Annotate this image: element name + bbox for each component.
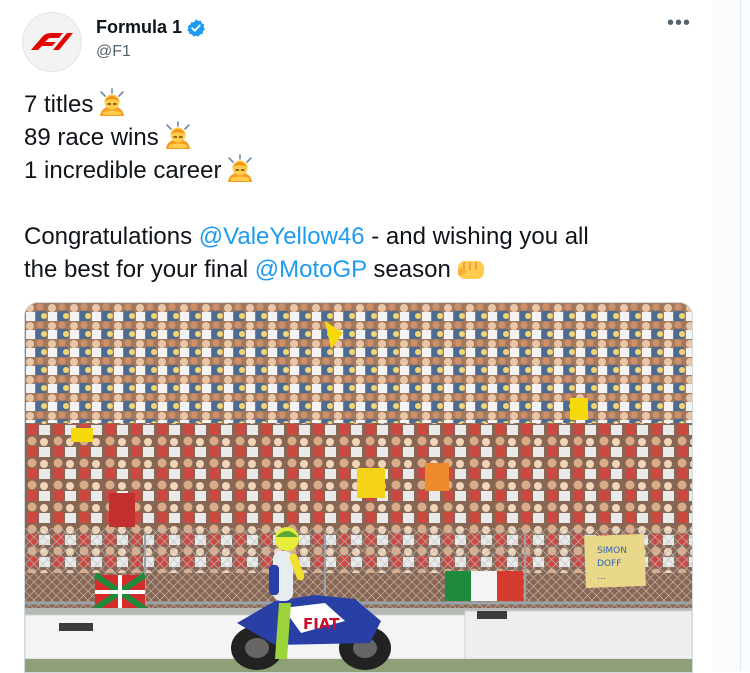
more-options-icon[interactable]: •••	[664, 13, 694, 38]
season-suffix-text: season	[366, 256, 451, 283]
page-right-edge	[712, 0, 750, 671]
author-display-name[interactable]: Formula 1	[96, 17, 182, 38]
banner-line-1: SIMON	[597, 546, 627, 556]
tweet-line-titles: 7 titles	[24, 88, 694, 121]
career-text: 1 incredible career	[24, 157, 222, 184]
tweet-photo[interactable]: SIMON DOFF ... FIAT	[24, 302, 693, 673]
mention-link-series[interactable]: @MotoGP	[255, 256, 367, 283]
congrats-suffix-text: - and wishing you all	[364, 223, 589, 250]
congrats-prefix-text: Congratulations	[24, 223, 199, 250]
fan-banner: SIMON DOFF ...	[584, 533, 646, 589]
author-name-row[interactable]: Formula 1	[96, 17, 206, 38]
mention-link-rider[interactable]: @ValeYellow46	[199, 223, 365, 250]
tweet-text: 7 titles 89 race wins 1 incredible caree…	[24, 88, 694, 286]
person-bowing-emoji	[225, 154, 255, 193]
titles-text: 7 titles	[24, 91, 94, 118]
bike-livery-text: FIAT	[303, 615, 340, 633]
tweet-line-congrats: Congratulations @ValeYellow46 - and wish…	[24, 220, 694, 253]
basque-flag	[93, 572, 147, 612]
raised-fist-emoji	[455, 255, 487, 292]
f1-logo-icon	[31, 33, 73, 50]
author-handle[interactable]: @F1	[96, 43, 131, 61]
tweet-line-career: 1 incredible career	[24, 154, 694, 187]
photo-canvas: SIMON DOFF ... FIAT	[25, 303, 692, 672]
season-prefix-text: the best for your final	[24, 256, 255, 283]
tweet-line-season: the best for your final @MotoGP season	[24, 253, 694, 286]
banner-line-2: DOFF	[597, 559, 621, 569]
italian-flag	[445, 571, 523, 601]
verified-badge-icon	[187, 18, 205, 37]
wins-text: 89 race wins	[24, 124, 159, 151]
tweet-line-wins: 89 race wins	[24, 121, 694, 154]
tweet-card: Formula 1 @F1 ••• 7 titles 89 race wins	[0, 0, 713, 673]
banner-line-3: ...	[597, 572, 606, 582]
author-avatar[interactable]	[22, 12, 82, 72]
divider-line	[740, 0, 741, 671]
